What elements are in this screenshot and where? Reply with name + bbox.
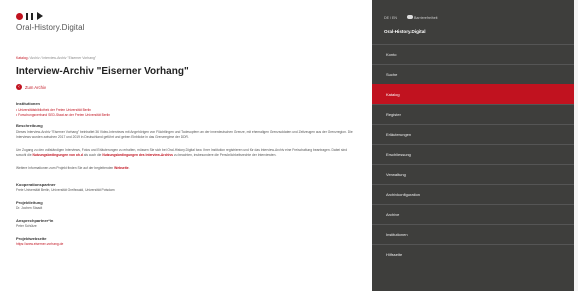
sidebar-item-institutionen[interactable]: Institutionen: [372, 224, 578, 244]
sidebar-item-register[interactable]: Register: [372, 104, 578, 124]
accessibility-label: Barrierefreiheit: [413, 16, 438, 20]
terms-archive-link[interactable]: Nutzungsbedingungen des Interview-Archiv…: [102, 153, 173, 157]
description-text: Dieses Interview-Archiv "Eiserner Vorhan…: [16, 130, 353, 139]
breadcrumb: Katalog / Archiv / Interview-Archiv "Eis…: [16, 56, 96, 60]
breadcrumb-current: Interview-Archiv "Eiserner Vorhang": [42, 56, 97, 60]
institutions-label: Institutionen: [16, 101, 40, 106]
breadcrumb-home[interactable]: Katalog: [16, 56, 28, 60]
website-label: Projektwebseite: [16, 236, 47, 241]
institution-link-1[interactable]: Universitätsbibliothek der Freien Univer…: [16, 108, 91, 112]
lead-value: Dr. Jochen Staadt: [16, 206, 43, 210]
main-content: Oral-History.Digital Katalog / Archiv / …: [0, 0, 372, 291]
contact-label: Ansprechpartner*in: [16, 218, 54, 223]
sidebar-item-erschliessung[interactable]: Erschliessung: [372, 144, 578, 164]
terms-ohd-link[interactable]: Nutzungsbedingungen von oh.d: [33, 153, 83, 157]
more-info-paragraph: Weitere Informationen zum Projekt finden…: [16, 166, 356, 171]
logo-play-icon: [37, 12, 43, 20]
institution-link-2[interactable]: Forschungsverbund SED-Staat an der Freie…: [16, 113, 110, 117]
partners-value: Freie Universität Berlin, Universität Gr…: [16, 188, 115, 192]
brand-name[interactable]: Oral-History.Digital: [16, 23, 85, 32]
sidebar-item-konto[interactable]: Konto: [372, 44, 578, 64]
contact-value: Peter Schütze: [16, 224, 37, 228]
page-title: Interview-Archiv "Eiserner Vorhang": [16, 66, 189, 77]
partners-label: Kooperationspartner: [16, 182, 56, 187]
back-arrow-icon: ‹: [16, 84, 22, 90]
project-website-link[interactable]: Webseite: [114, 166, 128, 170]
sidebar-item-hilfsseite[interactable]: Hilfsseite: [372, 244, 578, 264]
more-info-text: Weitere Informationen zum Projekt finden…: [16, 166, 115, 170]
sidebar-item-suche[interactable]: Suche: [372, 64, 578, 84]
sidebar-item-katalog[interactable]: Katalog: [372, 84, 578, 104]
back-to-archive-link[interactable]: ‹ Zum Archiv: [16, 84, 46, 90]
back-label: Zum Archiv: [25, 84, 46, 90]
page-edge: [574, 0, 578, 291]
language-switch[interactable]: DE / EN: [384, 16, 397, 20]
sidebar-item-archivkonfiguration[interactable]: Archivkonfiguration: [372, 184, 578, 204]
sidebar-toolbar: DE / EN Barrierefreiheit: [384, 15, 438, 20]
breadcrumb-archive[interactable]: Archiv: [30, 56, 39, 60]
logo[interactable]: [16, 12, 43, 20]
toggle-icon: [406, 15, 413, 19]
more-info-text: .: [128, 166, 130, 170]
logo-dot-icon: [16, 12, 23, 20]
logo-bar-icon: [26, 12, 28, 20]
lead-label: Projektleitung: [16, 200, 43, 205]
access-paragraph: Um Zugang zu den vollständigen Interview…: [16, 148, 356, 157]
sidebar-item-erlaeuterungen[interactable]: Erläuterungen: [372, 124, 578, 144]
sidebar: DE / EN Barrierefreiheit Oral-History.Di…: [372, 0, 578, 291]
sidebar-item-verwaltung[interactable]: Verwaltung: [372, 164, 578, 184]
sidebar-nav: Konto Suche Katalog Register Erläuterung…: [372, 44, 578, 264]
sidebar-item-archive[interactable]: Archive: [372, 204, 578, 224]
access-text: als auch die: [82, 152, 103, 157]
description-label: Beschreibung: [16, 123, 43, 128]
sidebar-title: Oral-History.Digital: [384, 29, 426, 34]
access-text: zu beachten, insbesondere die Persönlich…: [173, 152, 277, 157]
logo-bar-icon: [31, 12, 33, 20]
website-link[interactable]: https://www.eiserner-vorhang.de: [16, 242, 356, 247]
accessibility-toggle[interactable]: Barrierefreiheit: [406, 15, 438, 20]
